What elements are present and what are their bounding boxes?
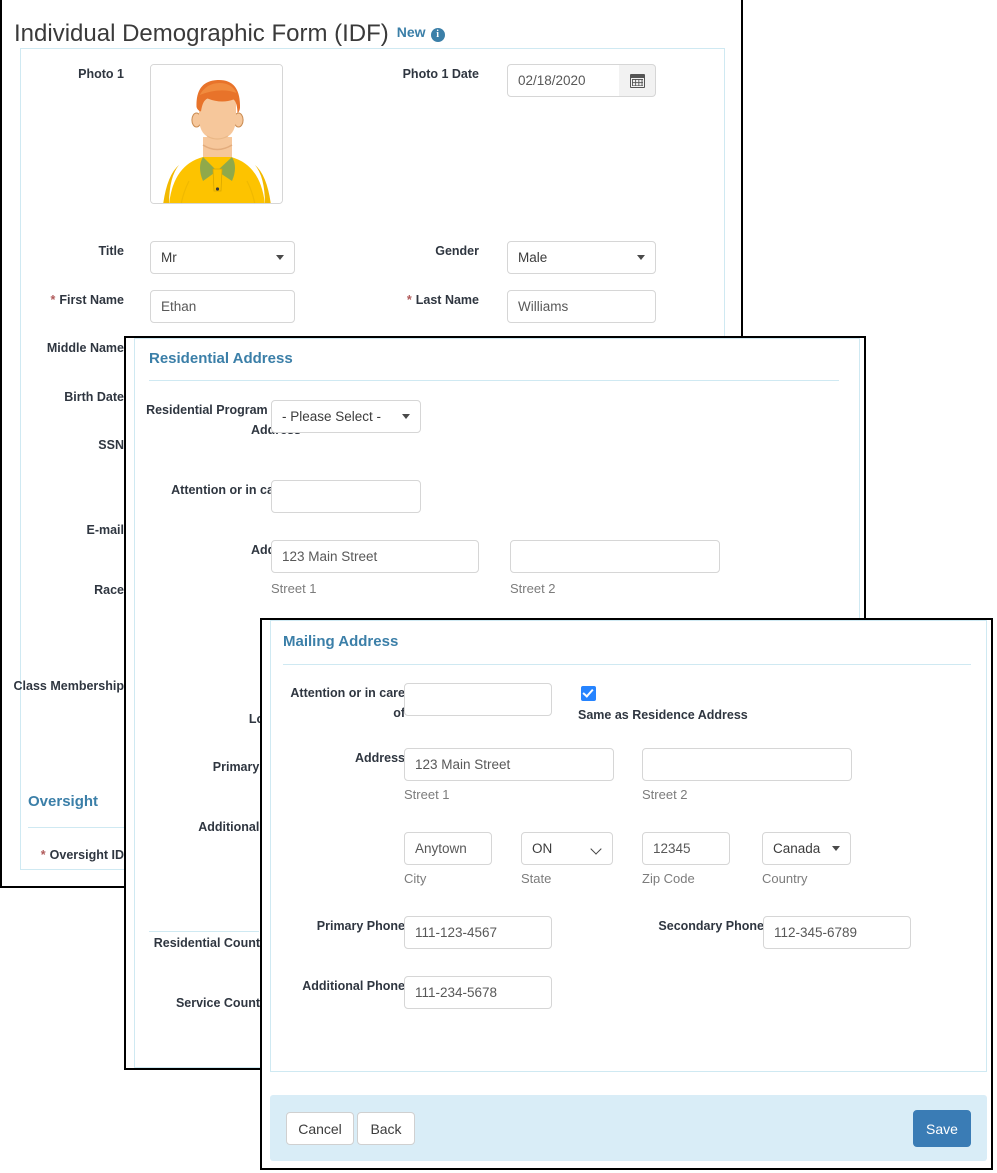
oversight-divider bbox=[28, 827, 124, 828]
oversight-id-label: * Oversight ID bbox=[2, 845, 124, 865]
residential-street1-caption: Street 1 bbox=[271, 581, 317, 596]
title-select-value: Mr bbox=[161, 250, 177, 265]
residential-program-select-value: - Please Select - bbox=[282, 409, 382, 424]
same-as-residence-label[interactable]: Same as Residence Address bbox=[578, 708, 748, 722]
back-button[interactable]: Back bbox=[357, 1112, 415, 1145]
chevron-down-icon bbox=[276, 255, 284, 260]
title-select[interactable]: Mr bbox=[150, 241, 295, 274]
page-title: Individual Demographic Form (IDF) New i bbox=[14, 20, 445, 48]
photo-1-date-label: Photo 1 Date bbox=[402, 67, 479, 81]
mailing-additional-phone-label: Additional Phone bbox=[302, 979, 405, 993]
page-title-text: Individual Demographic Form (IDF) bbox=[14, 20, 389, 48]
calendar-icon-button[interactable] bbox=[619, 64, 656, 97]
gender-label: Gender bbox=[435, 244, 479, 258]
oversight-section-title: Oversight bbox=[28, 793, 99, 810]
ssn-label: SSN bbox=[98, 438, 124, 452]
mailing-primary-phone-label: Primary Phone bbox=[316, 919, 405, 933]
photo-1-label: Photo 1 bbox=[78, 67, 124, 81]
residential-program-select[interactable]: - Please Select - bbox=[271, 400, 421, 433]
mailing-address-panel: Mailing Address Attention or in care of … bbox=[260, 618, 993, 1170]
mailing-secondary-phone-label: Secondary Phone bbox=[658, 919, 764, 933]
person-avatar-illustration bbox=[151, 65, 282, 203]
mailing-zip-input[interactable]: 12345 bbox=[642, 832, 730, 865]
avatar[interactable] bbox=[150, 64, 283, 204]
mailing-state-select[interactable]: ON bbox=[521, 832, 613, 865]
chevron-down-icon bbox=[591, 845, 602, 852]
chevron-down-icon bbox=[832, 846, 840, 851]
oversight-id-label-text: Oversight ID bbox=[49, 848, 124, 862]
gender-select-value: Male bbox=[518, 250, 548, 265]
first-name-label: * First Name bbox=[2, 290, 124, 310]
same-as-residence-checkbox[interactable] bbox=[581, 686, 596, 701]
mailing-country-caption: Country bbox=[762, 871, 808, 886]
last-name-input[interactable]: Williams bbox=[507, 290, 656, 323]
residential-street2-input[interactable] bbox=[510, 540, 720, 573]
required-asterisk: * bbox=[406, 293, 412, 307]
email-label: E-mail bbox=[86, 523, 124, 537]
mailing-state-caption: State bbox=[521, 871, 552, 886]
info-circle-icon[interactable]: i bbox=[430, 28, 445, 43]
required-asterisk: * bbox=[40, 848, 46, 862]
mailing-country-select-value: Canada bbox=[773, 841, 821, 856]
photo-1-date-input[interactable]: 02/18/2020 bbox=[507, 64, 623, 97]
mailing-address-label: Address bbox=[354, 751, 405, 765]
mailing-country-select[interactable]: Canada bbox=[762, 832, 851, 865]
middle-name-label: Middle Name bbox=[46, 341, 124, 355]
residential-street1-input[interactable]: 123 Main Street bbox=[271, 540, 479, 573]
mailing-primary-phone-input[interactable]: 111-123-4567 bbox=[404, 916, 552, 949]
mailing-city-input[interactable]: Anytown bbox=[404, 832, 492, 865]
first-name-label-text: First Name bbox=[59, 293, 124, 307]
class-membership-label: Class Membership bbox=[13, 679, 124, 693]
race-label: Race bbox=[94, 583, 124, 597]
mailing-address-section-title: Mailing Address bbox=[283, 633, 399, 650]
screen-root: Individual Demographic Form (IDF) New i Ph… bbox=[0, 0, 997, 1173]
chevron-down-icon bbox=[637, 255, 645, 260]
birth-date-label: Birth Date bbox=[64, 390, 124, 404]
residential-attention-input[interactable] bbox=[271, 480, 421, 513]
mailing-street2-input[interactable] bbox=[642, 748, 852, 781]
mailing-additional-phone-input[interactable]: 111-234-5678 bbox=[404, 976, 552, 1009]
residential-county-divider bbox=[149, 931, 259, 932]
calendar-icon bbox=[629, 73, 645, 88]
residential-section-divider bbox=[149, 380, 839, 381]
mailing-street2-caption: Street 2 bbox=[642, 787, 688, 802]
mailing-attention-label: Attention or in care of bbox=[290, 686, 405, 720]
cancel-button[interactable]: Cancel bbox=[286, 1112, 354, 1145]
last-name-label: * Last Name bbox=[332, 290, 479, 310]
mailing-street1-caption: Street 1 bbox=[404, 787, 450, 802]
status-badge: New bbox=[396, 24, 426, 41]
mailing-attention-input[interactable] bbox=[404, 683, 552, 716]
residential-street2-caption: Street 2 bbox=[510, 581, 556, 596]
gender-select[interactable]: Male bbox=[507, 241, 656, 274]
mailing-zip-caption: Zip Code bbox=[642, 871, 695, 886]
first-name-input[interactable]: Ethan bbox=[150, 290, 295, 323]
required-asterisk: * bbox=[50, 293, 56, 307]
title-label: Title bbox=[98, 244, 124, 258]
mailing-secondary-phone-input[interactable]: 112-345-6789 bbox=[763, 916, 911, 949]
residential-address-section-title: Residential Address bbox=[149, 350, 293, 367]
mailing-section-divider bbox=[283, 664, 971, 665]
save-button[interactable]: Save bbox=[913, 1110, 971, 1147]
last-name-label-text: Last Name bbox=[415, 293, 479, 307]
mailing-city-caption: City bbox=[404, 871, 427, 886]
mailing-state-select-value: ON bbox=[532, 841, 553, 856]
mailing-street1-input[interactable]: 123 Main Street bbox=[404, 748, 614, 781]
chevron-down-icon bbox=[402, 414, 410, 419]
